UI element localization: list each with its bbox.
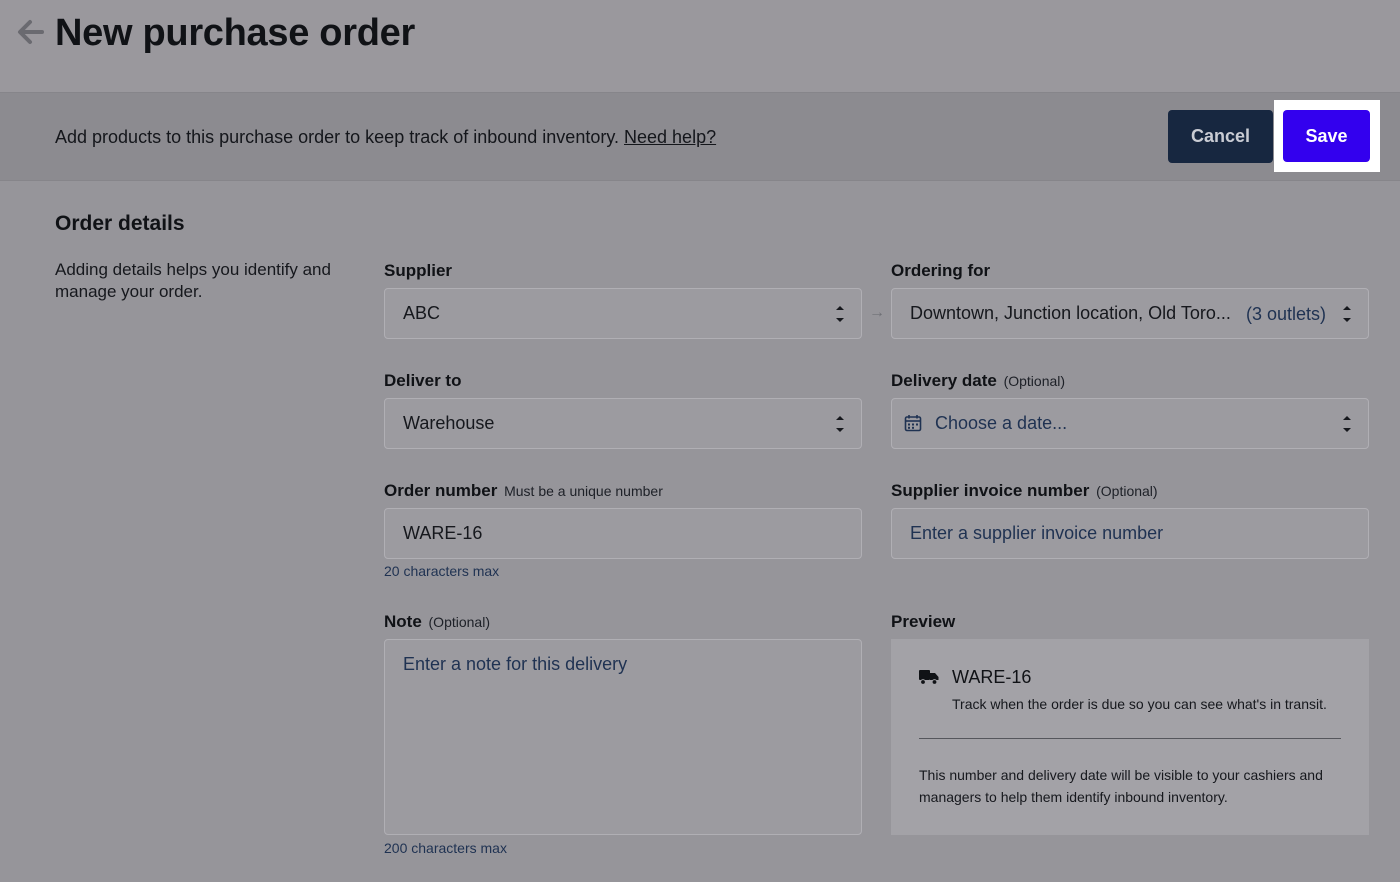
cancel-button[interactable]: Cancel xyxy=(1168,110,1273,163)
action-bar-text: Add products to this purchase order to k… xyxy=(55,127,716,148)
note-hint: 200 characters max xyxy=(384,840,507,856)
ordering-for-value: Downtown, Junction location, Old Toro... xyxy=(910,303,1231,323)
page-title: New purchase order xyxy=(55,12,415,54)
order-number-sublabel: Must be a unique number xyxy=(504,483,663,499)
section-description: Adding details helps you identify and ma… xyxy=(55,260,331,301)
supplier-invoice-placeholder: Enter a supplier invoice number xyxy=(910,523,1164,543)
supplier-invoice-label: Supplier invoice number (Optional) xyxy=(891,481,1158,501)
order-number-input[interactable]: WARE-16 xyxy=(384,508,862,559)
calendar-icon xyxy=(904,415,922,432)
supplier-label: Supplier xyxy=(384,261,453,280)
deliver-to-select[interactable]: Warehouse xyxy=(384,398,862,449)
preview-label: Preview xyxy=(891,612,956,631)
deliver-to-label: Deliver to xyxy=(384,371,462,390)
supplier-select[interactable]: ABC xyxy=(384,288,862,339)
preview-order-number: WARE-16 xyxy=(952,667,1032,687)
delivery-date-optional: (Optional) xyxy=(1003,373,1066,389)
order-number-label-text: Order number xyxy=(384,481,498,500)
supplier-invoice-label-text: Supplier invoice number xyxy=(891,481,1090,500)
note-label: Note (Optional) xyxy=(384,612,490,632)
page-header: New purchase order xyxy=(0,0,1400,92)
section-title: Order details xyxy=(55,212,185,235)
arrow-right-icon: → xyxy=(869,304,885,321)
save-button[interactable]: Save xyxy=(1283,110,1370,162)
back-arrow-icon[interactable] xyxy=(14,16,46,48)
need-help-link[interactable]: Need help? xyxy=(624,127,716,147)
delivery-date-placeholder: Choose a date... xyxy=(935,413,1068,433)
note-textarea[interactable] xyxy=(384,639,862,835)
outlets-count: (3 outlets) xyxy=(1245,304,1326,324)
preview-divider xyxy=(919,738,1341,739)
select-stepper-icon xyxy=(836,416,844,432)
save-button-highlight: Save xyxy=(1274,100,1380,172)
delivery-date-label: Delivery date (Optional) xyxy=(891,371,1065,391)
ordering-for-label: Ordering for xyxy=(891,261,991,280)
deliver-to-value: Warehouse xyxy=(403,413,495,433)
select-stepper-icon xyxy=(1343,416,1351,432)
preview-note: This number and delivery date will be vi… xyxy=(919,767,1323,805)
select-stepper-icon xyxy=(836,306,844,322)
ordering-for-select[interactable]: Downtown, Junction location, Old Toro...… xyxy=(891,288,1369,339)
note-label-text: Note xyxy=(384,612,422,631)
delivery-date-picker[interactable]: Choose a date... xyxy=(891,398,1369,449)
truck-icon xyxy=(919,670,939,685)
action-bar-message: Add products to this purchase order to k… xyxy=(55,127,619,147)
preview-caption: Track when the order is due so you can s… xyxy=(952,696,1327,712)
supplier-invoice-optional: (Optional) xyxy=(1096,483,1158,499)
note-optional: (Optional) xyxy=(428,614,490,630)
preview-card: WARE-16 Track when the order is due so y… xyxy=(891,639,1369,835)
order-number-label: Order number Must be a unique number xyxy=(384,481,663,501)
action-bar: Add products to this purchase order to k… xyxy=(0,92,1400,181)
order-number-hint: 20 characters max xyxy=(384,563,500,579)
order-number-value: WARE-16 xyxy=(403,523,483,543)
supplier-value: ABC xyxy=(403,303,441,323)
supplier-invoice-input[interactable]: Enter a supplier invoice number xyxy=(891,508,1369,559)
delivery-date-label-text: Delivery date xyxy=(891,371,997,390)
select-stepper-icon xyxy=(1343,306,1351,322)
